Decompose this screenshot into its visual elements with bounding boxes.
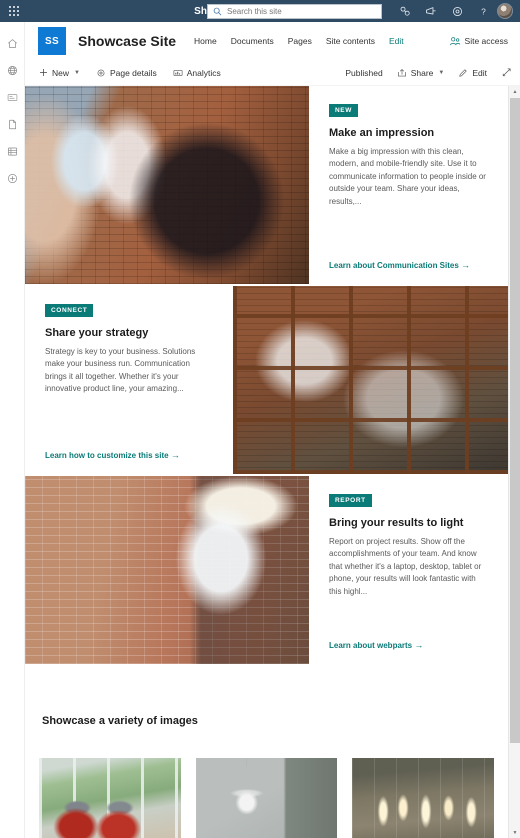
nav-item-edit[interactable]: Edit [389,36,404,46]
hero-card-3-pane: REPORT Bring your results to light Repor… [309,476,508,664]
hero-card-2-pane: CONNECT Share your strategy Strategy is … [25,286,233,474]
pendant-lamp-thumbnail[interactable] [195,758,338,838]
svg-text:?: ? [481,6,486,16]
new-button[interactable]: New ▼ [39,68,80,78]
page-title[interactable]: Showcase Site [78,33,176,49]
hero-card-3-link[interactable]: Learn about webparts → [329,640,423,650]
gear-icon [96,68,106,78]
status-badge: CONNECT [45,304,94,317]
hero-card-3-link-label: Learn about webparts [329,641,413,650]
site-logo[interactable]: SS [38,27,66,55]
site-logo-initials: SS [45,35,59,47]
command-bar-right-group: Published Share ▼ Edit [331,67,512,78]
hero-card-2-link[interactable]: Learn how to customize this site → [45,450,180,460]
arrow-right-icon: → [170,450,180,460]
hero-card-3-description: Report on project results. Show off the … [329,537,482,596]
waffle-grid [9,6,19,16]
page-canvas: NEW Make an impression Make a big impres… [25,86,508,838]
search-input[interactable]: Search this site [207,4,382,19]
hero-card-1: NEW Make an impression Make a big impres… [25,86,508,284]
page-details-button[interactable]: Page details [96,68,157,78]
page-details-label: Page details [109,67,157,78]
scrollbar-thumb[interactable] [510,98,520,743]
plus-icon [39,68,48,77]
rail-list-library-icon[interactable] [0,138,25,165]
site-access-button[interactable]: Site access [449,36,508,47]
red-chairs-lounge-thumbnail[interactable] [39,758,181,838]
share-icon [397,68,407,78]
sharepoint-apps-icon[interactable] [393,0,417,22]
scroll-down-arrow-icon[interactable]: ▼ [509,827,520,838]
arrow-right-icon: → [414,640,424,650]
status-badge: NEW [329,104,358,117]
analytics-icon [173,68,183,78]
share-label: Share [410,67,434,78]
hero-card-1-description: Make a big impression with this clean, m… [329,147,486,206]
left-rail [0,22,25,838]
scroll-up-arrow-icon[interactable]: ▲ [509,86,520,97]
hero-card-1-link-label: Learn about Communication Sites [329,261,459,270]
image-gallery [39,758,495,838]
expand-arrow-icon [501,67,512,78]
nav-item-pages[interactable]: Pages [288,36,312,46]
hero-card-2-link-label: Learn how to customize this site [45,451,169,460]
search-placeholder: Search this site [227,7,282,16]
office-lighting-thumbnail[interactable] [352,758,495,838]
hero-card-1-title[interactable]: Make an impression [329,127,488,139]
page-scrollbar[interactable]: ▲ ▼ [508,86,520,838]
nav-item-site-contents[interactable]: Site contents [326,36,375,46]
published-status-label: Published [345,67,383,78]
analytics-label: Analytics [186,67,221,78]
office-meeting-photo[interactable] [25,86,309,284]
chevron-down-icon: ▼ [438,69,445,76]
hero-card-2: CONNECT Share your strategy Strategy is … [25,286,508,474]
share-button[interactable]: Share ▼ [397,67,445,78]
status-badge: Published [345,68,382,78]
command-bar: New ▼ Page details Analytics Published S… [25,60,520,86]
hero-card-2-description: Strategy is key to your business. Soluti… [45,347,196,394]
edit-button[interactable]: Edit [458,68,487,78]
suite-bar: SharePoint Search this site [0,0,520,22]
arrow-right-icon: → [461,260,471,270]
rail-create-plus-icon[interactable] [0,165,25,192]
chevron-down-icon: ▼ [74,69,80,76]
glass-conference-room-photo[interactable] [233,286,508,474]
settings-gear-icon[interactable] [445,0,469,22]
avatar[interactable] [497,3,513,19]
full-screen-button[interactable] [501,67,512,78]
gallery-heading: Showcase a variety of images [42,715,198,727]
help-icon[interactable]: ? [471,0,495,22]
brick-wall-entryway-photo[interactable] [25,476,309,664]
feedback-megaphone-icon[interactable] [419,0,443,22]
analytics-button[interactable]: Analytics [173,68,221,78]
hero-card-1-pane: NEW Make an impression Make a big impres… [309,86,508,284]
site-header: SS Showcase Site Home Documents Pages Si… [25,22,520,60]
hero-card-1-link[interactable]: Learn about Communication Sites → [329,260,470,270]
app-launcher-waffle-icon[interactable] [0,0,28,22]
status-badge: REPORT [329,494,372,507]
new-button-label: New [52,67,70,78]
hero-card-2-title[interactable]: Share your strategy [45,327,213,339]
nav-item-documents[interactable]: Documents [231,36,274,46]
hero-card-3-title[interactable]: Bring your results to light [329,517,488,529]
site-navigation: Home Documents Pages Site contents Edit [194,36,404,46]
suite-icon-group: ? [393,0,516,22]
rail-globe-network-icon[interactable] [0,57,25,84]
search-icon [213,7,222,16]
edit-label: Edit [472,67,487,78]
rail-document-icon[interactable] [0,111,25,138]
hero-card-3: REPORT Bring your results to light Repor… [25,476,508,664]
site-access-people-icon [449,36,461,47]
rail-home-icon[interactable] [0,30,25,57]
pencil-icon [458,68,468,78]
site-access-label: Site access [464,36,508,46]
rail-news-icon[interactable] [0,84,25,111]
nav-item-home[interactable]: Home [194,36,217,46]
